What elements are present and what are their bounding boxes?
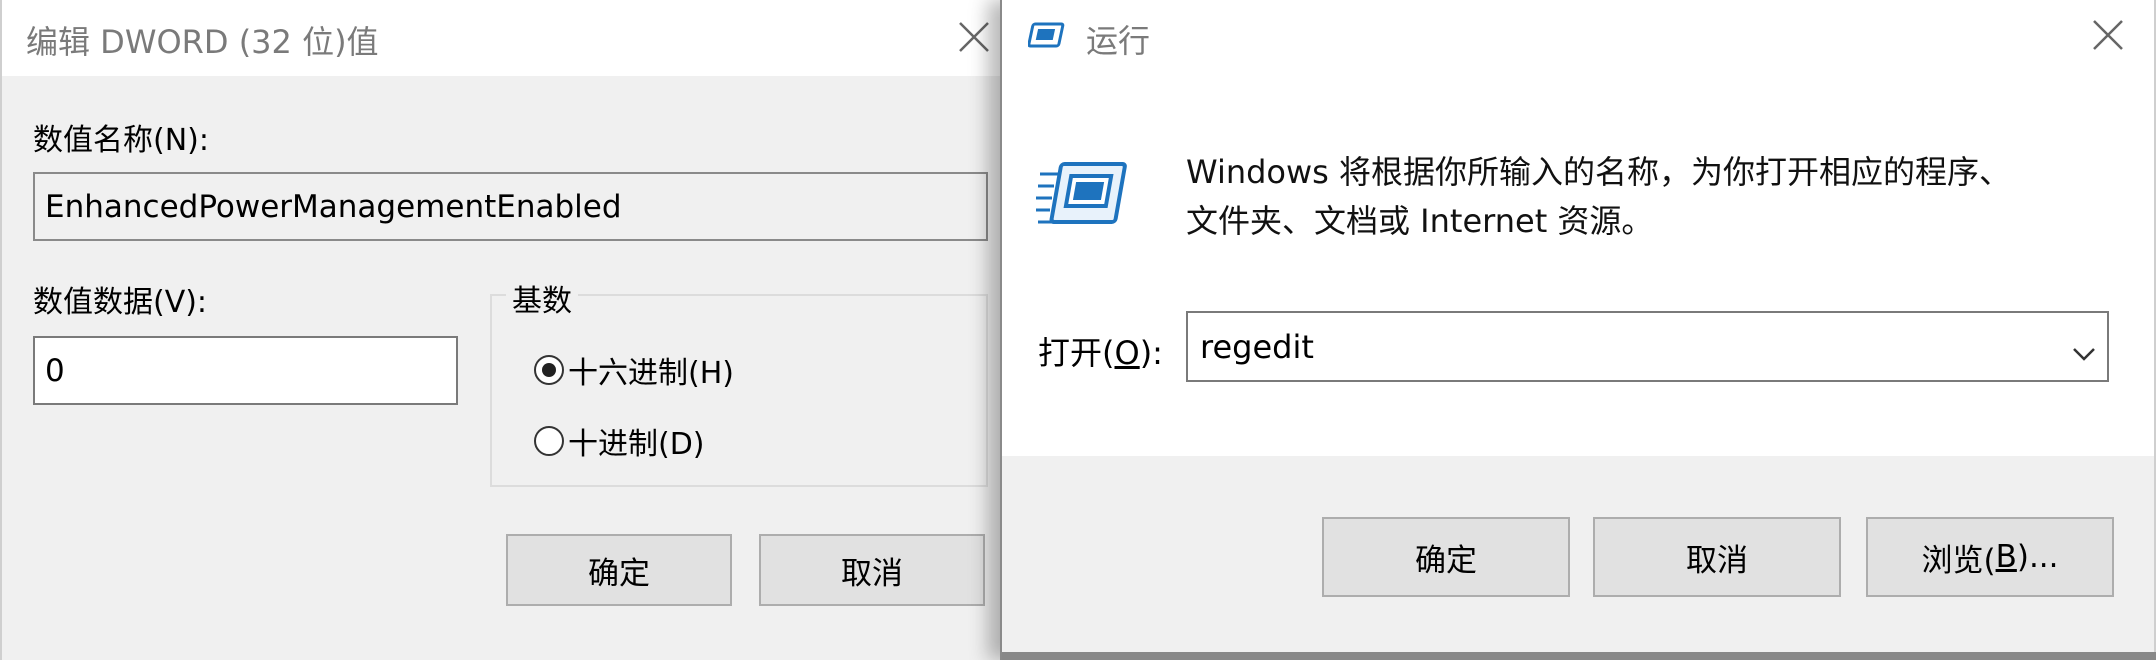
close-icon[interactable] bbox=[955, 18, 993, 56]
run-description-line2: 文件夹、文档或 Internet 资源。 bbox=[1186, 202, 1654, 240]
run-description-line1: Windows 将根据你所输入的名称，为你打开相应的程序、 bbox=[1186, 153, 2012, 191]
browse-label-prefix: 浏览( bbox=[1921, 542, 1996, 579]
chevron-down-icon[interactable] bbox=[2071, 335, 2097, 373]
window-edge bbox=[1002, 652, 2156, 660]
value-data-input[interactable]: 0 bbox=[33, 336, 458, 405]
cancel-button[interactable]: 取消 bbox=[1593, 517, 1841, 597]
edit-dword-dialog: 编辑 DWORD (32 位)值 数值名称(N): EnhancedPowerM… bbox=[0, 0, 1004, 660]
radio-dec-label: 十进制(D) bbox=[568, 427, 705, 462]
title-bar: 编辑 DWORD (32 位)值 bbox=[2, 0, 1004, 76]
radio-selected-indicator bbox=[534, 355, 564, 385]
open-combobox[interactable]: regedit bbox=[1186, 311, 2109, 382]
open-label: 打开(O): bbox=[1038, 328, 1163, 374]
radio-hex-label: 十六进制(H) bbox=[568, 356, 734, 391]
radio-unselected-indicator bbox=[534, 426, 564, 456]
ok-button[interactable]: 确定 bbox=[1322, 517, 1570, 597]
open-label-prefix: 打开( bbox=[1038, 334, 1115, 372]
dialog-title: 运行 bbox=[1086, 22, 1151, 60]
browse-label-suffix: )... bbox=[2016, 539, 2059, 575]
run-description: Windows 将根据你所输入的名称，为你打开相应的程序、 文件夹、文档或 In… bbox=[1186, 148, 2011, 246]
value-data-label: 数值数据(V): bbox=[33, 285, 208, 320]
run-dialog: 运行 Windows 将根据你所输入的名称，为你打开相应的程序、 文件夹、文档或… bbox=[1000, 0, 2156, 660]
run-app-icon bbox=[1036, 160, 1132, 240]
base-group-label: 基数 bbox=[506, 276, 578, 320]
run-app-icon bbox=[1027, 20, 1068, 56]
dialog-title: 编辑 DWORD (32 位)值 bbox=[26, 23, 379, 61]
open-input-value[interactable]: regedit bbox=[1200, 328, 1314, 366]
open-label-accelerator: O bbox=[1114, 334, 1140, 372]
radio-hexadecimal[interactable]: 十六进制(H) bbox=[534, 348, 734, 392]
cancel-button[interactable]: 取消 bbox=[759, 534, 985, 606]
ok-button[interactable]: 确定 bbox=[506, 534, 732, 606]
value-name-label: 数值名称(N): bbox=[33, 123, 209, 158]
close-icon[interactable] bbox=[2089, 16, 2127, 54]
browse-button[interactable]: 浏览(B)... bbox=[1866, 517, 2114, 597]
radio-decimal[interactable]: 十进制(D) bbox=[534, 419, 705, 463]
browse-label-accelerator: B bbox=[1995, 539, 2017, 575]
value-name-field[interactable]: EnhancedPowerManagementEnabled bbox=[33, 172, 988, 241]
open-label-suffix: ): bbox=[1139, 334, 1163, 372]
